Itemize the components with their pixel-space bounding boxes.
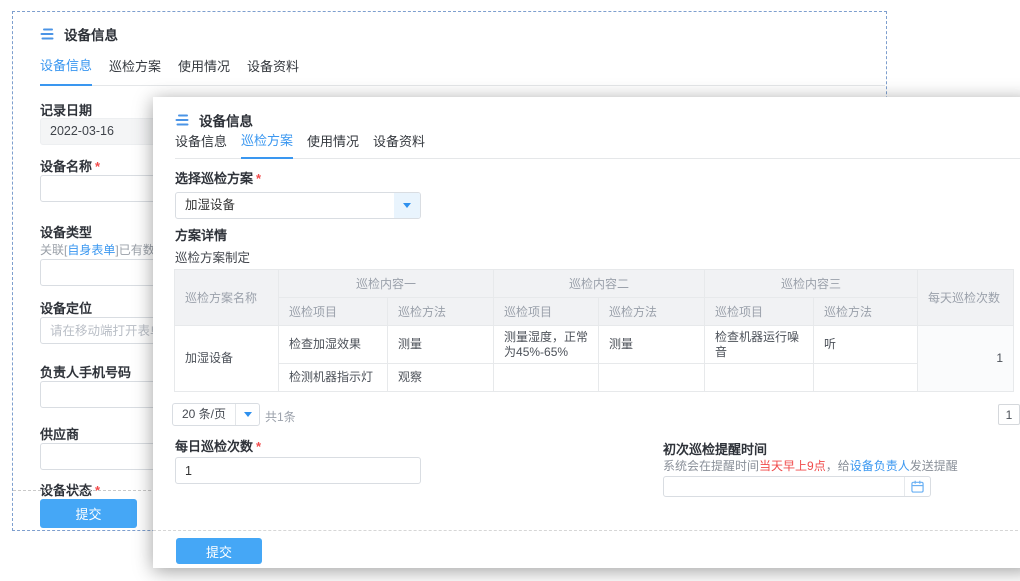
required-mark: * bbox=[256, 439, 261, 454]
table-row: 加湿设备 检查加湿效果 测量 测量湿度，正常为45%-65% 测量 检查机器运行… bbox=[175, 326, 1014, 364]
cell-item2: 测量湿度，正常为45%-65% bbox=[494, 326, 599, 364]
tab-inspection-plan[interactable]: 巡检方案 bbox=[109, 56, 161, 85]
cell-method2: 测量 bbox=[599, 326, 705, 364]
cell-method3: 听 bbox=[814, 326, 918, 364]
device-info-modal: 设备信息 设备信息 巡检方案 使用情况 设备资料 选择巡检方案* 加湿设备 方案… bbox=[153, 97, 1020, 568]
page-tabs: 设备信息 巡检方案 使用情况 设备资料 bbox=[40, 53, 885, 86]
cell-item3 bbox=[705, 364, 814, 392]
plan-select-value: 加湿设备 bbox=[176, 193, 394, 218]
page-size-value: 20 条/页 bbox=[173, 404, 235, 425]
col-item: 巡检项目 bbox=[494, 298, 599, 326]
table-subheader-row: 巡检项目 巡检方法 巡检项目 巡检方法 巡检项目 巡检方法 bbox=[175, 298, 1014, 326]
device-owner-link[interactable]: 设备负责人 bbox=[850, 459, 910, 473]
plan-select-label: 选择巡检方案* bbox=[175, 168, 261, 187]
modal-header: 设备信息 bbox=[175, 110, 253, 130]
self-form-link[interactable]: 自身表单 bbox=[67, 243, 115, 257]
cell-daily-count: 1 bbox=[918, 326, 1014, 392]
modal-tabs: 设备信息 巡检方案 使用情况 设备资料 bbox=[175, 133, 1020, 159]
table-row: 检测机器指示灯 观察 bbox=[175, 364, 1014, 392]
page-size-select[interactable]: 20 条/页 bbox=[172, 403, 260, 426]
total-count-text: 共1条 bbox=[265, 408, 296, 425]
col-group-content3: 巡检内容三 bbox=[705, 270, 918, 298]
daily-count-input[interactable] bbox=[175, 457, 421, 484]
required-mark: * bbox=[95, 159, 100, 174]
modal-title: 设备信息 bbox=[199, 110, 253, 130]
tab-device-docs[interactable]: 设备资料 bbox=[373, 131, 425, 158]
required-mark: * bbox=[256, 171, 261, 186]
reminder-time-field[interactable] bbox=[664, 477, 904, 496]
col-item: 巡检项目 bbox=[705, 298, 814, 326]
tab-usage[interactable]: 使用情况 bbox=[307, 131, 359, 158]
chevron-down-icon[interactable] bbox=[235, 404, 259, 425]
daily-count-label: 每日巡检次数* bbox=[175, 436, 261, 455]
cell-item2 bbox=[494, 364, 599, 392]
cell-method3 bbox=[814, 364, 918, 392]
form-menu-icon bbox=[175, 114, 190, 126]
col-group-content2: 巡检内容二 bbox=[494, 270, 705, 298]
device-location-label: 设备定位 bbox=[40, 298, 92, 317]
submit-button[interactable]: 提交 bbox=[40, 499, 137, 528]
form-menu-icon bbox=[40, 28, 55, 40]
cell-item3: 检查机器运行噪音 bbox=[705, 326, 814, 364]
supplier-label: 供应商 bbox=[40, 424, 79, 443]
col-method: 巡检方法 bbox=[814, 298, 918, 326]
page-number-button[interactable]: 1 bbox=[998, 404, 1020, 425]
plan-select[interactable]: 加湿设备 bbox=[175, 192, 421, 219]
calendar-icon[interactable] bbox=[904, 477, 930, 496]
col-item: 巡检项目 bbox=[279, 298, 388, 326]
col-group-content1: 巡检内容一 bbox=[279, 270, 494, 298]
device-name-label: 设备名称* bbox=[40, 156, 100, 175]
cell-item1: 检测机器指示灯 bbox=[279, 364, 388, 392]
col-daily-count: 每天巡检次数 bbox=[918, 270, 1014, 326]
tab-inspection-plan[interactable]: 巡检方案 bbox=[241, 130, 293, 159]
phone-label: 负责人手机号码 bbox=[40, 362, 131, 381]
cell-method2 bbox=[599, 364, 705, 392]
tab-device-info[interactable]: 设备信息 bbox=[40, 55, 92, 86]
page-header: 设备信息 bbox=[40, 24, 118, 44]
reminder-time-input[interactable] bbox=[663, 476, 931, 497]
table-header-row: 巡检方案名称 巡检内容一 巡检内容二 巡检内容三 每天巡检次数 bbox=[175, 270, 1014, 298]
cell-method1: 观察 bbox=[388, 364, 494, 392]
submit-button[interactable]: 提交 bbox=[176, 538, 262, 564]
reminder-time-label: 初次巡检提醒时间 bbox=[663, 439, 767, 458]
col-method: 巡检方法 bbox=[599, 298, 705, 326]
col-plan-name: 巡检方案名称 bbox=[175, 270, 279, 326]
record-date-label: 记录日期 bbox=[40, 100, 92, 119]
tab-usage[interactable]: 使用情况 bbox=[178, 56, 230, 85]
cell-item1: 检查加湿效果 bbox=[279, 326, 388, 364]
tab-device-info[interactable]: 设备信息 bbox=[175, 131, 227, 158]
device-type-label: 设备类型 bbox=[40, 222, 92, 241]
cell-method1: 测量 bbox=[388, 326, 494, 364]
plan-table-caption: 巡检方案制定 bbox=[175, 247, 250, 266]
inspection-plan-table: 巡检方案名称 巡检内容一 巡检内容二 巡检内容三 每天巡检次数 巡检项目 巡检方… bbox=[174, 269, 1014, 392]
col-method: 巡检方法 bbox=[388, 298, 494, 326]
reminder-hint: 系统会在提醒时间当天早上9点，给设备负责人发送提醒 bbox=[663, 457, 958, 474]
cell-plan-name: 加湿设备 bbox=[175, 326, 279, 392]
tab-device-docs[interactable]: 设备资料 bbox=[247, 56, 299, 85]
plan-detail-title: 方案详情 bbox=[175, 225, 227, 244]
footer-divider bbox=[153, 530, 1020, 531]
chevron-down-icon[interactable] bbox=[394, 193, 420, 218]
page-title: 设备信息 bbox=[64, 24, 118, 44]
